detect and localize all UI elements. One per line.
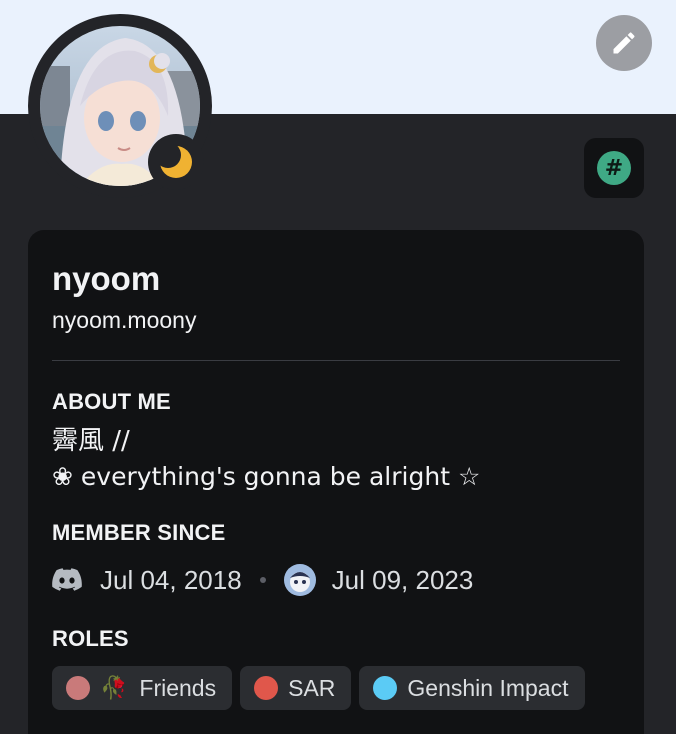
member-since-row: Jul 04, 2018 Jul 09, 2023 <box>52 562 620 598</box>
role-color-dot <box>373 676 398 700</box>
role-color-dot <box>66 676 90 700</box>
avatar[interactable] <box>28 14 212 198</box>
role-label: SAR <box>288 674 336 701</box>
hash-icon: # <box>597 151 631 185</box>
divider <box>52 360 620 361</box>
roles-title: ROLES <box>52 626 129 651</box>
edit-profile-button[interactable] <box>596 15 652 71</box>
moon-icon <box>159 145 192 178</box>
server-icon[interactable] <box>283 564 316 596</box>
role-sar[interactable]: SAR <box>240 666 352 710</box>
status-indicator <box>148 134 204 190</box>
role-color-dot <box>254 676 279 700</box>
discord-join-date: Jul 04, 2018 <box>100 564 242 595</box>
role-label: Friends <box>139 674 217 701</box>
display-name: nyoom <box>52 260 161 297</box>
profile-badge[interactable]: # <box>584 138 644 198</box>
member-since-title: MEMBER SINCE <box>52 520 226 545</box>
about-me-title: ABOUT ME <box>52 389 171 414</box>
rose-icon: 🥀 <box>100 675 128 701</box>
separator-dot <box>259 577 266 583</box>
about-me-line-2: ❀ everything's gonna be alright ☆ <box>52 462 481 491</box>
role-label: Genshin Impact <box>407 674 569 701</box>
username[interactable]: nyoom.moony <box>52 306 620 334</box>
discord-icon[interactable] <box>52 568 82 592</box>
roles-list: 🥀 Friends SAR Genshin Impact <box>52 666 620 710</box>
about-me-line-1: 霽風 // <box>52 426 130 456</box>
profile-card: nyoom nyoom.moony ABOUT ME 霽風 // ❀ every… <box>28 230 644 734</box>
role-friends[interactable]: 🥀 Friends <box>52 666 233 710</box>
role-genshin-impact[interactable]: Genshin Impact <box>359 666 585 710</box>
pencil-icon <box>613 32 635 54</box>
server-join-date: Jul 09, 2023 <box>331 564 474 595</box>
